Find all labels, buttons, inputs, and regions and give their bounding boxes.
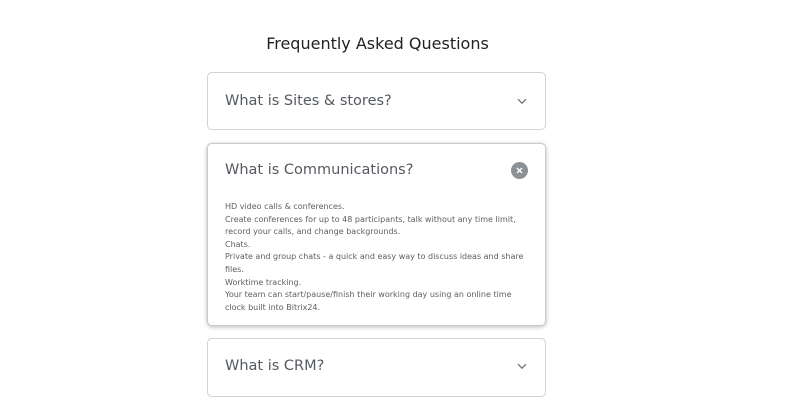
- answer-line: HD video calls & conferences.: [225, 202, 345, 211]
- faq-question: What is Communications?: [225, 162, 414, 178]
- page-title: Frequently Asked Questions: [266, 34, 489, 53]
- faq-answer: HD video calls & conferences. Create con…: [225, 201, 531, 314]
- faq-question: What is Sites & stores?: [225, 93, 392, 109]
- faq-question-row[interactable]: What is Communications?: [225, 158, 528, 182]
- answer-line: Create conferences for up to 48 particip…: [225, 214, 516, 237]
- faq-question-row[interactable]: What is CRM?: [225, 354, 528, 378]
- faq-item-crm[interactable]: What is CRM?: [207, 338, 546, 397]
- faq-item-sites-stores[interactable]: What is Sites & stores?: [207, 72, 546, 130]
- answer-line: Private and group chats - a quick and ea…: [225, 252, 524, 274]
- chevron-down-icon[interactable]: [516, 360, 528, 372]
- chevron-down-icon[interactable]: [516, 95, 528, 107]
- answer-line: Chats.: [225, 239, 251, 249]
- faq-question-row[interactable]: What is Sites & stores?: [225, 89, 528, 113]
- faq-question: What is CRM?: [225, 358, 325, 374]
- close-icon[interactable]: [511, 161, 528, 179]
- answer-line: Your team can start/pause/finish their w…: [225, 290, 512, 312]
- faq-item-communications[interactable]: What is Communications? HD video calls &…: [207, 143, 546, 326]
- answer-line: Worktime tracking.: [225, 277, 302, 287]
